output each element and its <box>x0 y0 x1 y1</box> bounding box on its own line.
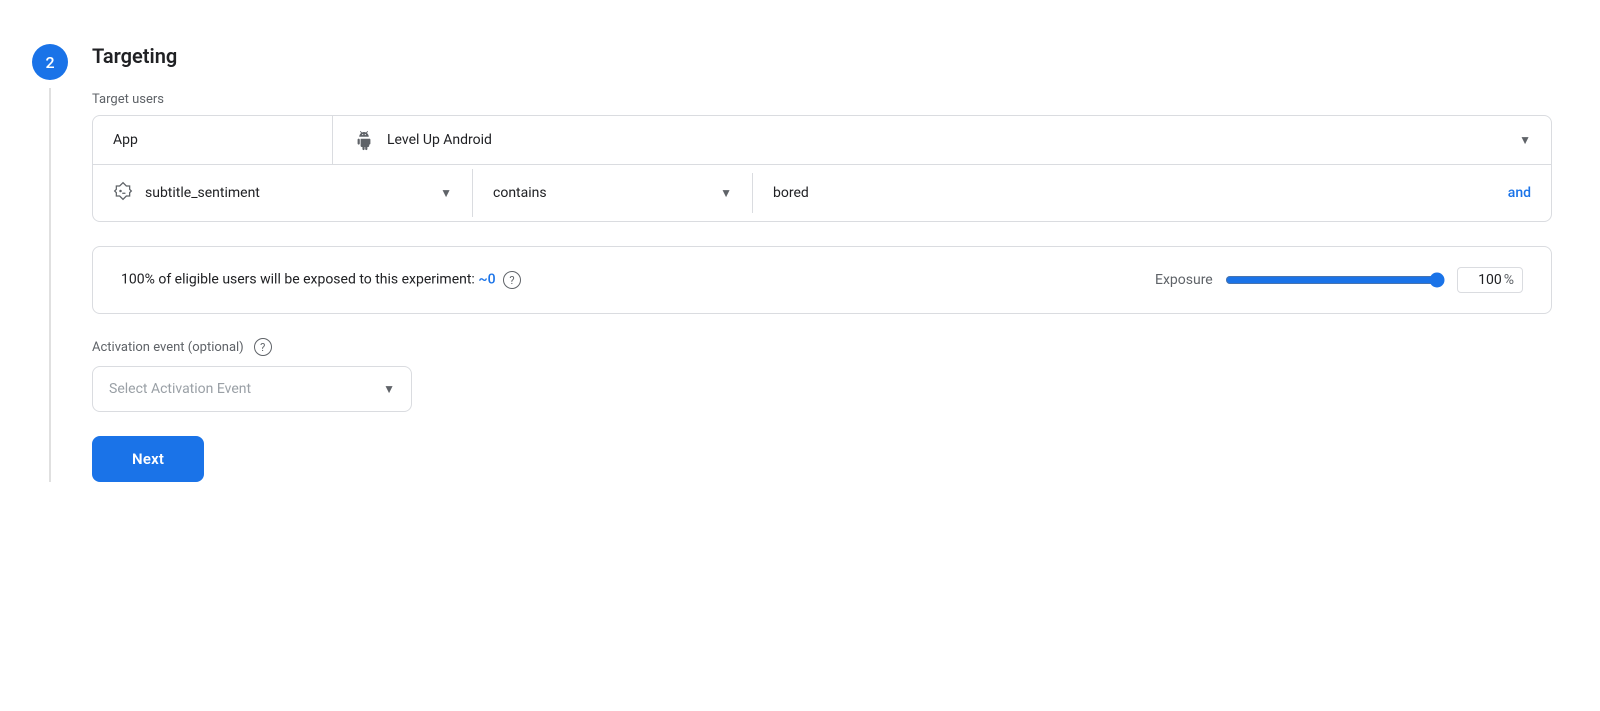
activation-label: Activation event (optional) ? <box>92 338 1552 356</box>
filter-value-text: bored <box>773 185 809 201</box>
step-number: 2 <box>32 44 68 80</box>
filter-property-dropdown[interactable]: subtitle_sentiment ▼ <box>93 169 473 217</box>
filter-operator-value: contains <box>493 185 712 201</box>
app-dropdown-arrow: ▼ <box>1519 133 1531 147</box>
page-container: 2 Targeting Target users App Level Up An… <box>0 24 1600 498</box>
exposure-percent: % <box>1504 272 1514 288</box>
next-button[interactable]: Next <box>92 436 204 482</box>
property-dropdown-arrow: ▼ <box>440 186 452 200</box>
content-area: Targeting Target users App Level Up Andr… <box>92 40 1600 482</box>
app-label: App <box>93 116 333 164</box>
app-dropdown[interactable]: Level Up Android ▼ <box>333 117 1551 163</box>
exposure-slider[interactable] <box>1225 272 1445 288</box>
and-link[interactable]: and <box>1508 185 1531 201</box>
filter-row: subtitle_sentiment ▼ contains ▼ bored an… <box>93 165 1551 221</box>
property-icon <box>113 181 133 205</box>
activation-label-text: Activation event (optional) <box>92 340 244 355</box>
target-users-box: App Level Up Android ▼ <box>92 115 1552 222</box>
filter-value-cell: bored and <box>753 173 1551 213</box>
activation-event-dropdown[interactable]: Select Activation Event ▼ <box>92 366 412 412</box>
app-dropdown-value: Level Up Android <box>387 132 1511 148</box>
exposure-text: 100% of eligible users will be exposed t… <box>121 271 1155 289</box>
exposure-description: 100% of eligible users will be exposed t… <box>121 272 475 288</box>
target-users-label: Target users <box>92 92 1552 107</box>
filter-operator-dropdown[interactable]: contains ▼ <box>473 173 753 213</box>
step-indicator: 2 <box>32 40 68 482</box>
android-icon <box>353 129 375 151</box>
exposure-help-icon[interactable]: ? <box>503 271 521 289</box>
exposure-count: ~0 <box>478 272 495 288</box>
app-row: App Level Up Android ▼ <box>93 116 1551 165</box>
exposure-value-input[interactable] <box>1466 272 1502 288</box>
filter-property-value: subtitle_sentiment <box>145 185 432 201</box>
activation-dropdown-arrow: ▼ <box>383 382 395 396</box>
exposure-controls: Exposure % <box>1155 267 1523 293</box>
step-line <box>49 88 51 482</box>
activation-help-icon[interactable]: ? <box>254 338 272 356</box>
operator-dropdown-arrow: ▼ <box>720 186 732 200</box>
exposure-value-box: % <box>1457 267 1523 293</box>
property-svg <box>113 181 133 201</box>
exposure-box: 100% of eligible users will be exposed t… <box>92 246 1552 314</box>
page-title: Targeting <box>92 44 1552 68</box>
exposure-label: Exposure <box>1155 272 1213 288</box>
activation-placeholder: Select Activation Event <box>109 381 251 397</box>
